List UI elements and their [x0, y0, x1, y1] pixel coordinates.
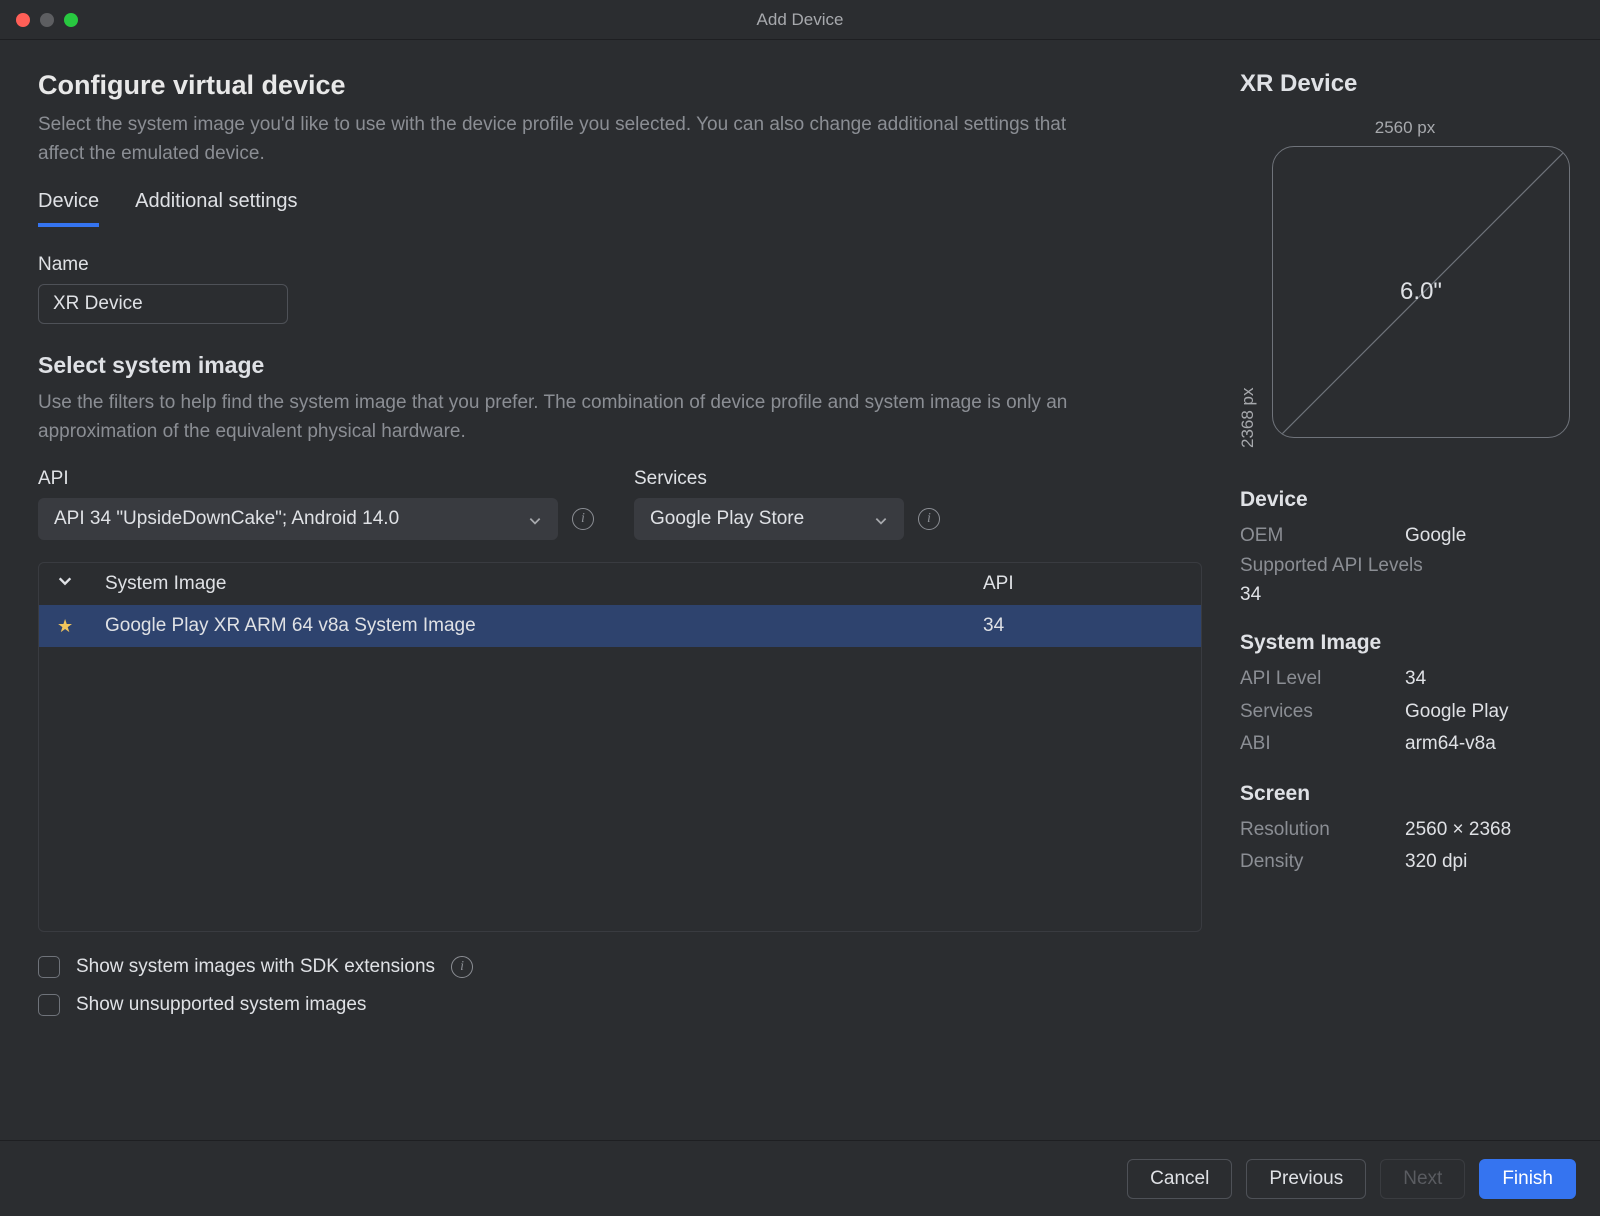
device-preview: 2560 px 2368 px 6.0": [1240, 118, 1570, 448]
table-row[interactable]: ★ Google Play XR ARM 64 v8a System Image…: [39, 605, 1201, 647]
table-header: System Image API: [39, 563, 1201, 605]
density-value: 320 dpi: [1405, 846, 1467, 878]
info-icon[interactable]: i: [451, 956, 473, 978]
side-panel: XR Device 2560 px 2368 px 6.0" Device OE…: [1240, 40, 1600, 1140]
system-image-section-heading: System Image: [1240, 631, 1570, 655]
name-input[interactable]: [38, 284, 288, 324]
info-icon[interactable]: i: [572, 508, 594, 530]
page-subheading: Select the system image you'd like to us…: [38, 111, 1088, 168]
abi-key: ABI: [1240, 728, 1405, 760]
preview-diagonal: 6.0": [1400, 278, 1442, 306]
cancel-button[interactable]: Cancel: [1127, 1159, 1232, 1199]
api-filter-select[interactable]: API 34 "UpsideDownCake"; Android 14.0: [38, 498, 558, 540]
col-api[interactable]: API: [983, 573, 1183, 595]
api-level-key: API Level: [1240, 663, 1405, 695]
show-sdk-extensions-label: Show system images with SDK extensions: [76, 956, 435, 978]
services-key: Services: [1240, 696, 1405, 728]
row-api: 34: [983, 615, 1183, 637]
select-system-image-sub: Use the filters to help find the system …: [38, 389, 1088, 446]
tabs: Device Additional settings: [38, 190, 1202, 228]
window-title: Add Device: [0, 10, 1600, 30]
resolution-key: Resolution: [1240, 814, 1405, 846]
table-empty-area: [39, 647, 1201, 931]
resolution-value: 2560 × 2368: [1405, 814, 1511, 846]
device-section-heading: Device: [1240, 488, 1570, 512]
maximize-icon[interactable]: [64, 13, 78, 27]
page-heading: Configure virtual device: [38, 70, 1202, 101]
preview-height-label: 2368 px: [1238, 118, 1258, 448]
finish-button[interactable]: Finish: [1479, 1159, 1576, 1199]
system-image-table: System Image API ★ Google Play XR ARM 64…: [38, 562, 1202, 932]
show-sdk-extensions-checkbox[interactable]: [38, 956, 60, 978]
screen-section-heading: Screen: [1240, 782, 1570, 806]
abi-value: arm64-v8a: [1405, 728, 1496, 760]
show-unsupported-label: Show unsupported system images: [76, 994, 366, 1016]
main-panel: Configure virtual device Select the syst…: [0, 40, 1240, 1140]
next-button: Next: [1380, 1159, 1465, 1199]
footer: Cancel Previous Next Finish: [0, 1140, 1600, 1216]
services-filter-value: Google Play Store: [650, 508, 804, 530]
preview-width-label: 2560 px: [1240, 118, 1570, 138]
tab-additional-settings[interactable]: Additional settings: [135, 190, 297, 227]
tab-device[interactable]: Device: [38, 190, 99, 227]
close-icon[interactable]: [16, 13, 30, 27]
api-level-value: 34: [1405, 663, 1426, 695]
titlebar: Add Device: [0, 0, 1600, 40]
previous-button[interactable]: Previous: [1246, 1159, 1366, 1199]
oem-key: OEM: [1240, 520, 1405, 552]
name-label: Name: [38, 254, 1202, 276]
col-system-image[interactable]: System Image: [105, 573, 983, 595]
chevron-down-icon[interactable]: [57, 573, 71, 587]
select-system-image-heading: Select system image: [38, 352, 1202, 379]
star-icon: ★: [57, 616, 73, 637]
minimize-icon[interactable]: [40, 13, 54, 27]
services-value: Google Play: [1405, 696, 1509, 728]
supported-levels-value: 34: [1240, 581, 1570, 610]
services-filter-label: Services: [634, 468, 940, 490]
chevron-down-icon: [874, 512, 888, 526]
chevron-down-icon: [528, 512, 542, 526]
traffic-lights: [0, 13, 78, 27]
supported-levels-key: Supported API Levels: [1240, 552, 1570, 581]
row-system-image-name: Google Play XR ARM 64 v8a System Image: [105, 615, 983, 637]
show-unsupported-checkbox[interactable]: [38, 994, 60, 1016]
density-key: Density: [1240, 846, 1405, 878]
api-filter-value: API 34 "UpsideDownCake"; Android 14.0: [54, 508, 399, 530]
info-icon[interactable]: i: [918, 508, 940, 530]
oem-value: Google: [1405, 520, 1466, 552]
side-title: XR Device: [1240, 70, 1570, 98]
services-filter-select[interactable]: Google Play Store: [634, 498, 904, 540]
api-filter-label: API: [38, 468, 594, 490]
